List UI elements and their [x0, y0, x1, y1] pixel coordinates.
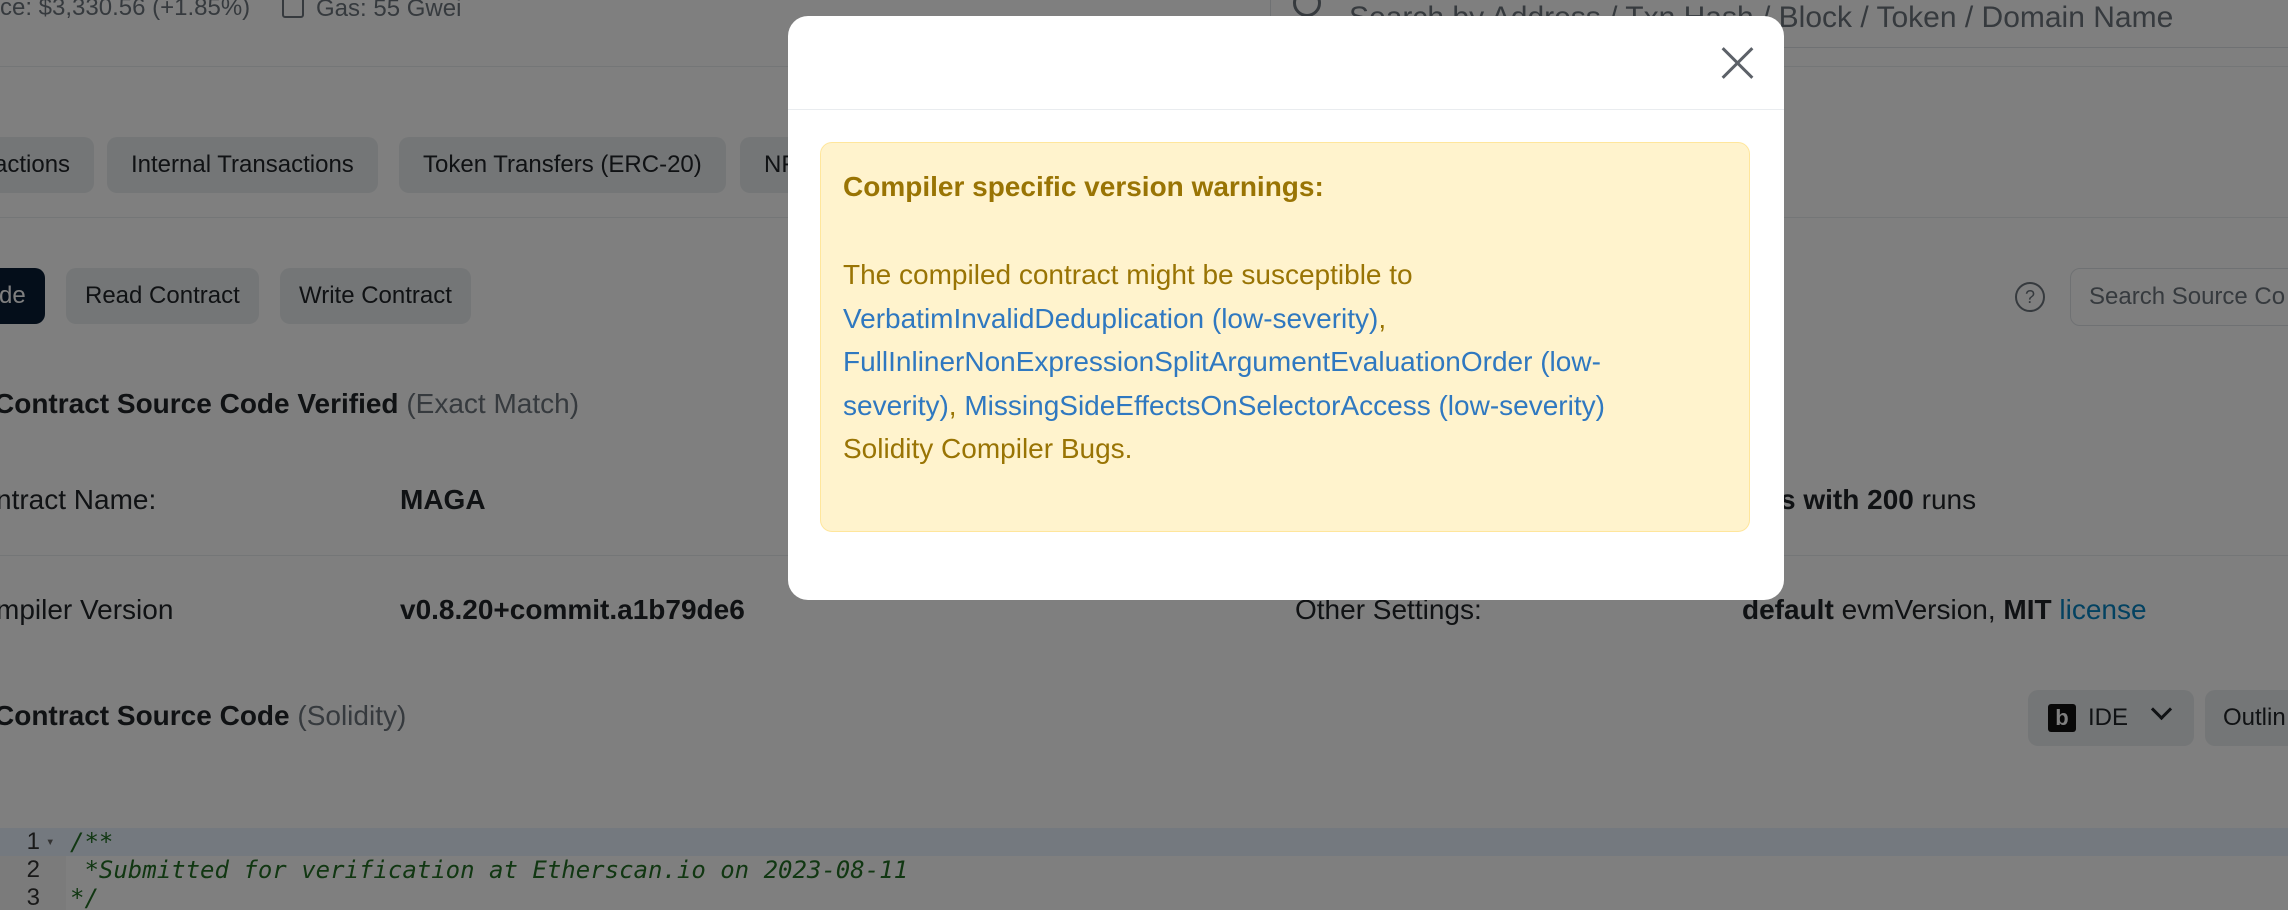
bug-link-missing-side-effects[interactable]: MissingSideEffectsOnSelectorAccess (low-…	[964, 390, 1605, 421]
close-icon[interactable]	[1720, 45, 1756, 81]
alert-title: Compiler specific version warnings:	[843, 171, 1324, 202]
modal-header	[788, 16, 1784, 110]
warning-alert: Compiler specific version warnings: The …	[820, 142, 1750, 532]
bug-link-verbatim[interactable]: VerbatimInvalidDeduplication (low-severi…	[843, 303, 1378, 334]
alert-body: The compiled contract might be susceptib…	[843, 259, 1605, 464]
compiler-warnings-modal: Compiler specific version warnings: The …	[788, 16, 1784, 600]
